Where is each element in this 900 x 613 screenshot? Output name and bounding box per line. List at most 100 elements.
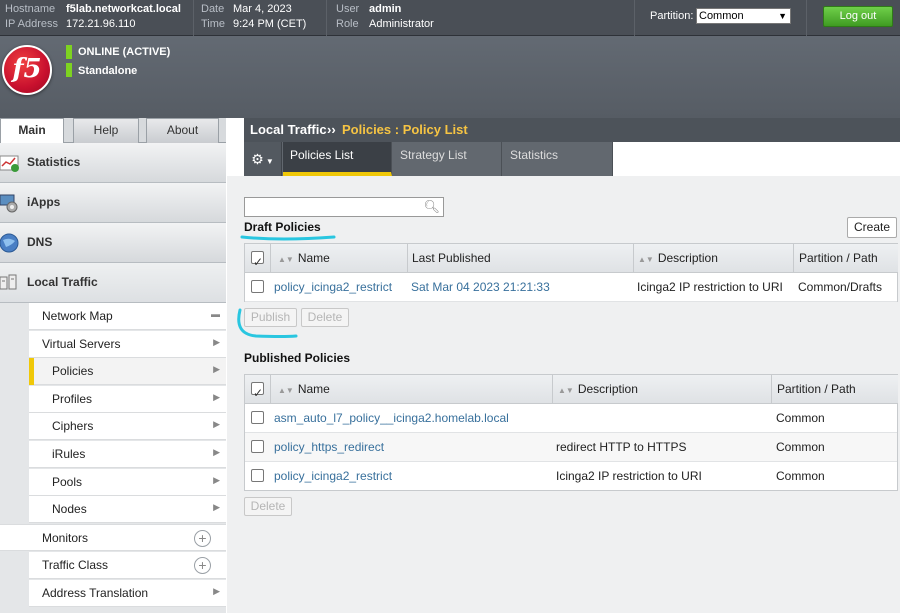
chevron-right-icon: ▶	[213, 586, 220, 596]
left-tabs: Main Help About	[0, 118, 226, 144]
nav-item-label: Profiles	[52, 392, 93, 406]
policy-partition: Common	[776, 469, 825, 483]
divider	[326, 0, 327, 36]
sort-icon: ▲▼	[558, 386, 574, 395]
row-checkbox[interactable]	[251, 280, 264, 293]
column-header-description[interactable]: ▲▼ Description	[553, 375, 772, 404]
chevron-right-icon: ▶	[213, 364, 220, 374]
device-mode: Standalone	[78, 65, 138, 77]
table-row: asm_auto_l7_policy__icinga2.homelab.loca…	[245, 404, 897, 433]
add-icon[interactable]: +	[194, 530, 211, 547]
nav-item-label: Address Translation	[42, 586, 149, 600]
nav-item-irules[interactable]: iRules ▶	[29, 441, 226, 468]
nav-item-label: Traffic Class	[42, 558, 109, 572]
nav-item-monitors[interactable]: Monitors +	[0, 524, 226, 551]
policy-name-link[interactable]: policy_https_redirect	[274, 433, 384, 462]
ip-value: 172.21.96.110	[66, 18, 136, 30]
nav-section-statistics[interactable]: Statistics	[0, 143, 226, 183]
column-header-description[interactable]: ▲▼ Description	[634, 244, 794, 273]
row-checkbox[interactable]	[251, 469, 264, 482]
column-header-partition[interactable]: Partition / Path	[794, 244, 898, 273]
user-value: admin	[369, 3, 402, 15]
chevron-right-icon: ▶	[213, 392, 220, 402]
chevron-right-icon: ▶	[213, 475, 220, 485]
column-header-name[interactable]: ▲▼ Name	[271, 375, 553, 404]
tab-main[interactable]: Main	[0, 118, 64, 144]
column-label: Name	[297, 251, 330, 265]
tab-about[interactable]: About	[146, 118, 219, 143]
nav-item-label: Policies	[52, 364, 94, 378]
column-label: Description	[657, 251, 718, 265]
iapps-icon	[0, 194, 18, 213]
sort-icon: ▲▼	[638, 255, 654, 264]
nav-item-address-translation[interactable]: Address Translation ▶	[29, 580, 226, 607]
column-header-last-published[interactable]: Last Published	[408, 244, 634, 273]
published-policies-title: Published Policies	[244, 351, 351, 365]
column-header-partition[interactable]: Partition / Path	[772, 375, 898, 404]
search-input[interactable]: 🔍︎	[244, 197, 444, 217]
published-delete-button[interactable]: Delete	[244, 497, 292, 516]
partition-select[interactable]: Common ▼	[696, 8, 791, 24]
nav-item-label: Monitors	[42, 531, 89, 545]
tab-statistics[interactable]: Statistics	[503, 142, 613, 176]
draft-delete-button[interactable]: Delete	[301, 308, 349, 327]
nav-item-label: Virtual Servers	[42, 337, 121, 351]
nav-item-virtual-servers[interactable]: Virtual Servers ▶	[29, 331, 226, 358]
annotation-underline	[240, 235, 336, 241]
column-label: Name	[297, 382, 330, 396]
role-value: Administrator	[369, 18, 434, 30]
tab-help[interactable]: Help	[73, 118, 139, 143]
hostname-block: Hostname f5lab.networkcat.local IP Addres…	[5, 2, 181, 32]
row-checkbox[interactable]	[251, 411, 264, 424]
dns-globe-icon	[0, 233, 19, 253]
nav-item-nodes[interactable]: Nodes ▶	[29, 496, 226, 523]
last-published-link[interactable]: Sat Mar 04 2023 21:21:33	[411, 273, 550, 302]
policy-name-link[interactable]: policy_icinga2_restrict	[274, 273, 392, 302]
nav-item-ciphers[interactable]: Ciphers ▶	[29, 413, 226, 440]
nav-section-label: Statistics	[27, 155, 81, 169]
nav-item-profiles[interactable]: Profiles ▶	[29, 386, 226, 413]
gear-icon[interactable]: ⚙ ▼	[244, 142, 282, 176]
policy-name-link[interactable]: policy_icinga2_restrict	[274, 462, 392, 491]
nav-item-label: iRules	[52, 447, 86, 461]
nav-item-pools[interactable]: Pools ▶	[29, 469, 226, 496]
nav-item-network-map[interactable]: Network Map ▬	[29, 303, 226, 330]
select-all-checkbox[interactable]	[251, 248, 264, 276]
local-traffic-icon	[0, 274, 17, 290]
table-row: policy_icinga2_restrict Icinga2 IP restr…	[245, 462, 897, 491]
logout-button[interactable]: Log out	[823, 6, 893, 27]
published-policies-table: ▲▼Name ▲▼Description Partition / Path as…	[244, 374, 898, 491]
datetime-block: Date Mar 4, 2023 Time 9:24 PM (CET)	[201, 2, 306, 32]
add-icon[interactable]: +	[194, 557, 211, 574]
policy-name-link[interactable]: asm_auto_l7_policy__icinga2.homelab.loca…	[274, 404, 509, 433]
breadcrumb: Local Traffic ›› Policies : Policy List	[244, 118, 900, 142]
row-checkbox[interactable]	[251, 440, 264, 453]
chevron-right-icon: ▶	[213, 447, 220, 457]
create-button[interactable]: Create	[847, 217, 897, 238]
nav-item-policies[interactable]: Policies ▶	[29, 358, 226, 385]
policy-description: Icinga2 IP restriction to URI	[556, 469, 702, 483]
partition-value: Common	[699, 10, 744, 22]
sort-icon: ▲▼	[278, 386, 294, 395]
breadcrumb-section[interactable]: Local Traffic	[250, 122, 327, 137]
sort-icon: ▲▼	[278, 255, 294, 264]
mode-indicator	[66, 63, 72, 77]
tab-strategy-list[interactable]: Strategy List	[393, 142, 502, 176]
time-label: Time	[201, 18, 226, 30]
tab-policies-list[interactable]: Policies List	[283, 142, 392, 176]
select-all-checkbox[interactable]	[251, 379, 264, 407]
column-header-name[interactable]: ▲▼ Name	[271, 244, 408, 273]
nav-item-traffic-class[interactable]: Traffic Class +	[29, 552, 226, 579]
nav-section-iapps[interactable]: iApps	[0, 183, 226, 223]
date-label: Date	[201, 3, 225, 15]
nav-section-dns[interactable]: DNS	[0, 223, 226, 263]
status-indicator	[66, 45, 72, 59]
search-icon[interactable]: 🔍︎	[423, 199, 440, 215]
select-all-header	[245, 375, 271, 407]
user-block: User admin Role Administrator	[336, 2, 434, 32]
nav-section-label: Local Traffic	[27, 275, 98, 289]
nav-section-local-traffic[interactable]: Local Traffic	[0, 263, 226, 303]
policy-partition: Common/Drafts	[798, 280, 883, 294]
nav-item-label: Pools	[52, 475, 83, 489]
chevron-right-icon: ▶	[213, 502, 220, 512]
